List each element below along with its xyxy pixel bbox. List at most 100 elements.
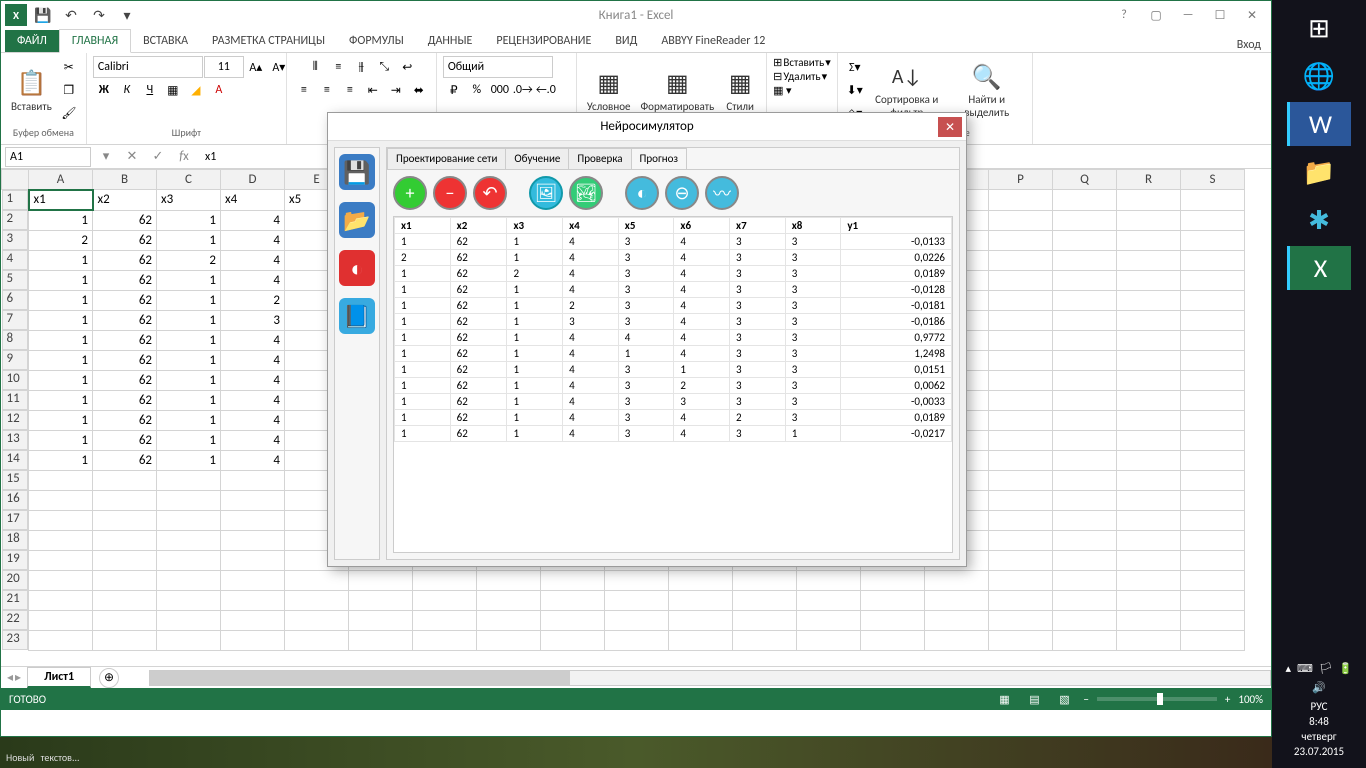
column-header[interactable]: S xyxy=(1181,170,1245,190)
forecast-cell[interactable]: 4 xyxy=(674,330,730,346)
cell[interactable] xyxy=(157,610,221,630)
cell[interactable] xyxy=(1181,510,1245,530)
horizontal-scrollbar[interactable] xyxy=(149,670,1271,686)
column-header[interactable]: A xyxy=(29,170,93,190)
cell[interactable] xyxy=(1053,590,1117,610)
remove-row-icon[interactable]: − xyxy=(433,176,467,210)
qat-undo-icon[interactable]: ↶ xyxy=(59,3,83,27)
cell[interactable]: 1 xyxy=(157,430,221,450)
cell[interactable]: 1 xyxy=(157,370,221,390)
cell[interactable] xyxy=(989,190,1053,211)
cell[interactable] xyxy=(1053,210,1117,230)
cell[interactable] xyxy=(925,630,989,650)
forecast-cell[interactable]: 3 xyxy=(785,362,841,378)
forecast-cell[interactable]: 3 xyxy=(618,282,674,298)
forecast-cell[interactable]: 1,2498 xyxy=(841,346,952,362)
cell[interactable]: 62 xyxy=(93,370,157,390)
cell[interactable] xyxy=(1117,430,1181,450)
cell[interactable] xyxy=(1181,590,1245,610)
forecast-cell[interactable]: 4 xyxy=(563,250,619,266)
cell[interactable] xyxy=(349,570,413,590)
fill-icon[interactable]: ⬇▾ xyxy=(844,79,866,101)
forecast-cell[interactable]: 4 xyxy=(563,234,619,250)
copy-icon[interactable]: ❐ xyxy=(58,79,80,101)
forecast-cell[interactable]: 4 xyxy=(563,378,619,394)
forecast-cell[interactable]: 1 xyxy=(507,282,563,298)
align-top-icon[interactable]: ⫴ xyxy=(304,56,326,78)
cell[interactable] xyxy=(989,490,1053,510)
cell[interactable] xyxy=(989,450,1053,470)
cell[interactable]: 1 xyxy=(29,250,93,270)
tab-validation[interactable]: Проверка xyxy=(568,148,631,169)
cut-icon[interactable]: ✂ xyxy=(58,56,80,78)
cell[interactable] xyxy=(1181,610,1245,630)
tray-flag-icon[interactable]: 🏳 xyxy=(1319,662,1333,675)
cell[interactable] xyxy=(1181,370,1245,390)
cell[interactable] xyxy=(221,610,285,630)
row-header[interactable]: 11 xyxy=(2,390,28,410)
column-header[interactable]: D xyxy=(221,170,285,190)
cell[interactable] xyxy=(221,630,285,650)
cell[interactable] xyxy=(605,590,669,610)
forecast-cell[interactable]: -0,0033 xyxy=(841,394,952,410)
cell[interactable]: 1 xyxy=(157,210,221,230)
cell[interactable] xyxy=(989,430,1053,450)
row-header[interactable]: 6 xyxy=(2,290,28,310)
column-header[interactable]: Q xyxy=(1053,170,1117,190)
name-box-dropdown-icon[interactable]: ▾ xyxy=(95,147,117,167)
cell[interactable] xyxy=(1053,430,1117,450)
help-icon[interactable]: ? xyxy=(1109,5,1139,25)
cell[interactable] xyxy=(157,570,221,590)
tray-battery-icon[interactable]: 🔋 xyxy=(1339,662,1353,675)
forecast-cell[interactable]: 3 xyxy=(785,298,841,314)
cell[interactable] xyxy=(733,590,797,610)
forecast-cell[interactable]: -0,0133 xyxy=(841,234,952,250)
cell[interactable] xyxy=(797,590,861,610)
forecast-cell[interactable]: 4 xyxy=(674,410,730,426)
forecast-cell[interactable]: 1 xyxy=(507,298,563,314)
fill-color-icon[interactable]: ◢ xyxy=(185,79,207,101)
cell[interactable] xyxy=(29,470,93,490)
forecast-column-header[interactable]: x2 xyxy=(450,218,507,234)
cell[interactable] xyxy=(989,310,1053,330)
forecast-cell[interactable]: 3 xyxy=(563,314,619,330)
cell[interactable] xyxy=(93,630,157,650)
cell[interactable] xyxy=(221,510,285,530)
normal-view-icon[interactable]: ▦ xyxy=(993,690,1015,708)
cell[interactable] xyxy=(413,630,477,650)
cell-styles-button[interactable]: ▦Стили xyxy=(720,66,760,115)
cell[interactable]: 1 xyxy=(157,310,221,330)
maximize-icon[interactable]: ☐ xyxy=(1205,5,1235,25)
cell[interactable] xyxy=(1117,230,1181,250)
format-cells-button[interactable]: ▦ ▾ xyxy=(773,84,791,97)
delete-cells-button[interactable]: ⊟ Удалить ▾ xyxy=(773,70,827,83)
cell[interactable] xyxy=(669,590,733,610)
enter-formula-icon[interactable]: ✓ xyxy=(147,147,169,167)
forecast-cell[interactable]: 3 xyxy=(618,394,674,410)
cell[interactable] xyxy=(541,610,605,630)
cell[interactable] xyxy=(1117,510,1181,530)
merge-center-icon[interactable]: ⬌ xyxy=(408,79,430,101)
cell[interactable] xyxy=(477,570,541,590)
cell[interactable]: 62 xyxy=(93,270,157,290)
cell[interactable]: 1 xyxy=(29,390,93,410)
forecast-column-header[interactable]: x7 xyxy=(730,218,786,234)
page-layout-view-icon[interactable]: ▤ xyxy=(1023,690,1045,708)
cell[interactable] xyxy=(1053,230,1117,250)
cell[interactable]: 1 xyxy=(29,450,93,470)
cell[interactable] xyxy=(861,590,925,610)
cell[interactable]: 1 xyxy=(29,310,93,330)
cell[interactable] xyxy=(669,610,733,630)
start-button[interactable]: ⊞ xyxy=(1287,6,1351,50)
forecast-cell[interactable]: 1 xyxy=(507,330,563,346)
cell[interactable]: 4 xyxy=(221,350,285,370)
forecast-cell[interactable]: 3 xyxy=(785,378,841,394)
forecast-cell[interactable]: 62 xyxy=(450,410,507,426)
format-painter-icon[interactable]: 🖌 xyxy=(58,102,80,124)
bold-button[interactable]: Ж xyxy=(93,79,115,101)
forecast-cell[interactable]: 4 xyxy=(563,346,619,362)
cell[interactable] xyxy=(1053,350,1117,370)
tab-page-layout[interactable]: РАЗМЕТКА СТРАНИЦЫ xyxy=(200,30,337,52)
forecast-cell[interactable]: 1 xyxy=(674,362,730,378)
italic-button[interactable]: К xyxy=(116,79,138,101)
